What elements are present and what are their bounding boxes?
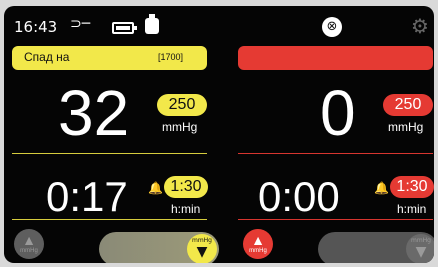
plug-icon: ⊃─	[70, 16, 91, 32]
left-header-label: Спад на	[24, 50, 70, 64]
left-header-code: [1700]	[158, 52, 184, 62]
left-knob-label: mmHg	[191, 237, 212, 244]
left-pressure-unit: mmHg	[162, 120, 198, 134]
right-pressure-value: 0	[320, 77, 356, 149]
right-divider-top	[238, 153, 433, 154]
right-pressure-unit: mmHg	[388, 120, 424, 134]
right-cuff-panel: 0 250 mmHg 0:00 🔔 1:30 h:min ▲ mmHg mmHg…	[238, 46, 434, 263]
gear-icon[interactable]: ⚙	[411, 14, 429, 38]
bell-icon: 🔔	[148, 181, 163, 195]
bell-icon: 🔔	[374, 181, 389, 195]
arrow-up-icon: ▲	[22, 232, 36, 248]
left-cuff-panel: Спад на [1700] 32 250 mmHg 0:17 🔔 1:30 h…	[12, 46, 219, 263]
left-divider-bottom	[12, 219, 207, 220]
left-timer-limit[interactable]: 1:30	[164, 176, 208, 198]
left-inflate-label: mmHg	[20, 248, 38, 254]
left-timer-value: 0:17	[46, 173, 128, 220]
arrow-up-icon: ▲	[251, 232, 265, 248]
alarm-mute-icon[interactable]: ⊗	[322, 17, 342, 37]
left-pressure-limit[interactable]: 250	[157, 94, 207, 116]
arrow-down-icon: ▼	[196, 244, 208, 260]
right-inflate-button[interactable]: ▲ mmHg	[243, 229, 273, 259]
left-slider-knob[interactable]: mmHg ▼	[187, 234, 217, 263]
right-inflate-label: mmHg	[249, 248, 267, 254]
right-slider-knob[interactable]: mmHg ▼	[406, 234, 434, 263]
left-header[interactable]: Спад на [1700]	[12, 46, 207, 70]
clock: 16:43	[14, 18, 58, 36]
left-pressure-value: 32	[58, 77, 130, 149]
right-pressure-limit[interactable]: 250	[383, 94, 433, 116]
left-timer-unit: h:min	[171, 202, 201, 216]
left-divider-top	[12, 153, 207, 154]
right-timer-unit: h:min	[397, 202, 427, 216]
right-divider-bottom	[238, 219, 433, 220]
right-timer-value: 0:00	[258, 173, 340, 220]
right-timer-limit[interactable]: 1:30	[390, 176, 434, 198]
left-inflate-button[interactable]: ▲ mmHg	[14, 229, 44, 259]
status-bar: 16:43 ⊃─ ⊗ ⚙	[4, 6, 434, 40]
right-deflate-slider[interactable]: mmHg ▼	[318, 232, 434, 263]
device-screen: 16:43 ⊃─ ⊗ ⚙ Спад на [1700] 32 250 mmHg …	[4, 6, 434, 263]
right-header[interactable]	[238, 46, 433, 70]
bottle-icon	[145, 14, 159, 34]
battery-icon	[112, 22, 137, 34]
right-knob-label: mmHg	[410, 237, 431, 244]
left-deflate-slider[interactable]: mmHg ▼	[99, 232, 219, 263]
arrow-down-icon: ▼	[415, 244, 427, 260]
